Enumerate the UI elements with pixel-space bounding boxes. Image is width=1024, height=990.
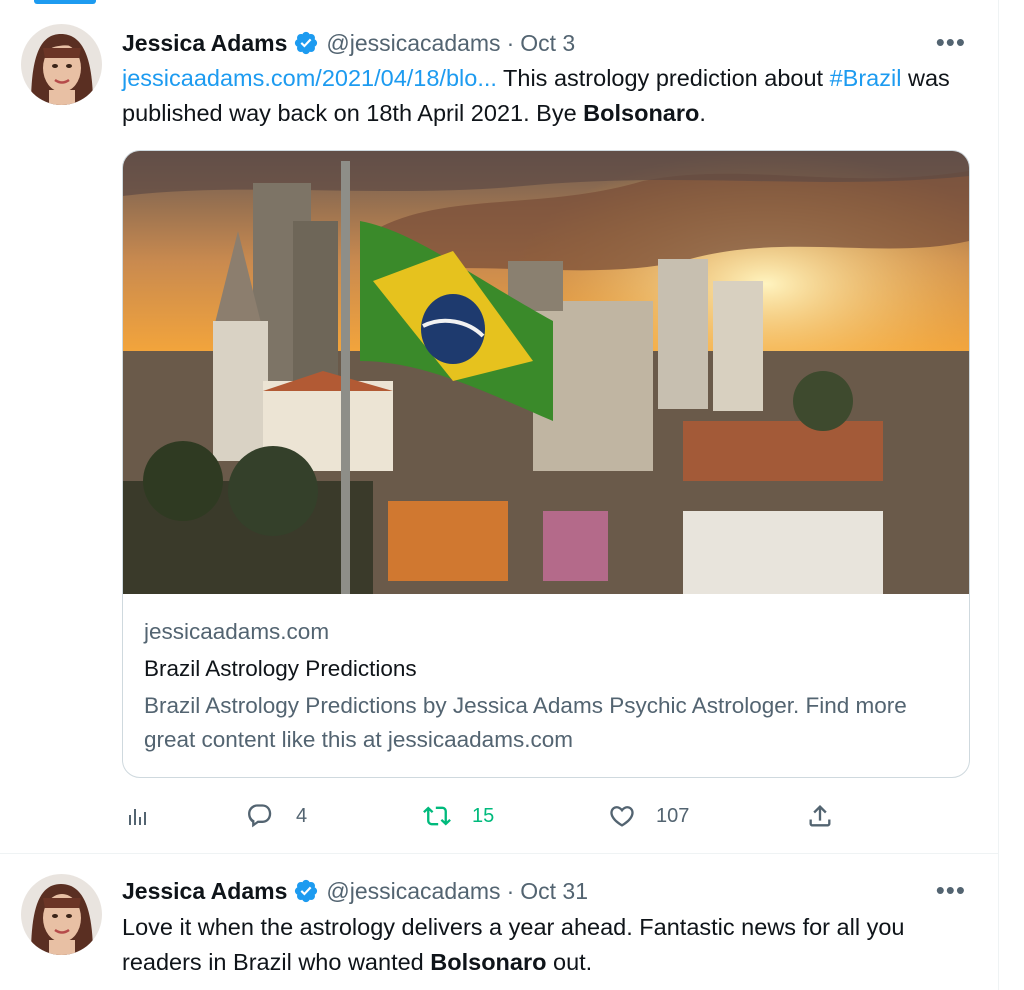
bold-text: Bolsonaro <box>583 100 700 126</box>
like-count: 107 <box>656 804 690 827</box>
verified-badge-icon <box>293 878 319 904</box>
author-handle[interactable]: @jessicacadams <box>326 878 500 905</box>
separator-dot: · <box>506 29 515 56</box>
card-title[interactable]: Brazil Astrology Predictions <box>144 649 954 689</box>
more-icon[interactable]: ••• <box>936 29 966 55</box>
retweet-button[interactable]: 15 <box>422 802 494 830</box>
tweet-date[interactable]: Oct 3 <box>520 30 575 57</box>
tweet-actions: 4 15 107 <box>122 798 882 836</box>
reply-count: 4 <box>296 804 308 827</box>
reply-button[interactable]: 4 <box>246 802 307 830</box>
card-image[interactable] <box>123 151 969 594</box>
bold-text: Bolsonaro <box>430 949 547 975</box>
hashtag-link[interactable]: #Brazil <box>830 65 902 91</box>
reply-icon <box>246 802 274 830</box>
link-card[interactable]: jessicaadams.com Brazil Astrology Predic… <box>122 150 970 778</box>
share-button[interactable] <box>806 802 834 830</box>
author-name[interactable]: Jessica Adams <box>122 30 287 57</box>
retweet-count: 15 <box>472 804 495 827</box>
card-domain: jessicaadams.com <box>144 619 330 644</box>
tweet-date[interactable]: Oct 31 <box>520 878 588 905</box>
avatar[interactable] <box>21 874 102 955</box>
card-meta: jessicaadams.com Brazil Astrology Predic… <box>144 615 954 757</box>
tweet-header: Jessica Adams @jessicacadams · Oct 31 <box>122 876 588 906</box>
timeline-column: Jessica Adams @jessicacadams · Oct 3 •••… <box>0 0 999 990</box>
tweet-header: Jessica Adams @jessicacadams · Oct 3 <box>122 28 575 58</box>
analytics-button[interactable] <box>126 804 150 828</box>
avatar[interactable] <box>21 24 102 105</box>
like-button[interactable]: 107 <box>608 802 689 830</box>
text-segment: . <box>699 100 706 126</box>
like-icon <box>608 802 636 830</box>
text-segment: out. <box>546 949 593 975</box>
analytics-icon <box>126 804 150 828</box>
retweet-icon <box>422 802 452 830</box>
tweet-link[interactable]: jessicaadams.com/2021/04/18/blo... <box>122 65 497 91</box>
tweet-text: Love it when the astrology delivers a ye… <box>122 910 972 980</box>
author-name[interactable]: Jessica Adams <box>122 878 287 905</box>
separator-dot: · <box>506 877 515 904</box>
tweet[interactable]: Jessica Adams @jessicacadams · Oct 31 ••… <box>0 854 998 990</box>
more-icon[interactable]: ••• <box>936 877 966 903</box>
card-description: Brazil Astrology Predictions by Jessica … <box>144 693 907 752</box>
verified-badge-icon <box>293 30 319 56</box>
share-icon <box>806 802 834 830</box>
tweet-text: jessicaadams.com/2021/04/18/blo... This … <box>122 61 972 131</box>
author-handle[interactable]: @jessicacadams <box>326 30 500 57</box>
tweet[interactable]: Jessica Adams @jessicacadams · Oct 3 •••… <box>0 0 998 853</box>
text-segment: This astrology prediction about <box>496 65 830 91</box>
